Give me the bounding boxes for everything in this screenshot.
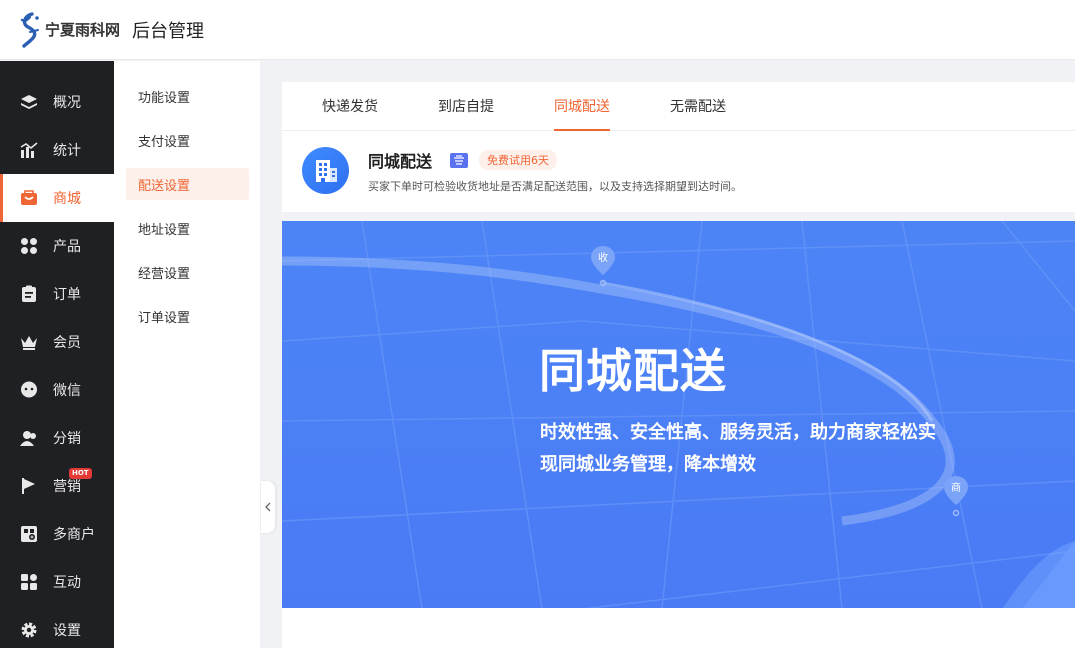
tab-no-delivery[interactable]: 无需配送 [670,82,726,130]
chat-icon [19,380,39,400]
sidebar-item-label: 设置 [53,623,81,639]
banner-subtitle: 时效性强、安全性高、服务灵活，助力商家轻松实现同城业务管理，降本增效 [540,422,936,475]
submenu-item-payment[interactable]: 支付设置 [126,124,249,156]
main-sidebar: 概况 统计 商城 产品 订单 会员 微信 分销 营销 HOT 多商户 互动 设置 [0,61,114,648]
collapse-submenu-button[interactable] [261,481,275,533]
hot-badge: HOT [69,468,92,479]
sidebar-item-label: 产品 [53,239,81,255]
delivery-card: 快递发货 到店自提 同城配送 无需配送 同城配送 免费试用6天 买家下单时可检验… [282,82,1075,212]
banner-title: 同城配送 [539,344,727,398]
layers-icon [19,92,39,112]
tab-local-delivery[interactable]: 同城配送 [554,82,610,131]
receive-pin-label: 收 [598,251,608,264]
chart-icon [19,140,39,160]
building-icon [302,147,349,194]
sidebar-item-mall[interactable]: 商城 [0,174,114,222]
secondary-menu: 功能设置 支付设置 配送设置 地址设置 经营设置 订单设置 [114,61,260,648]
sidebar-item-marketing[interactable]: 营销 HOT [0,462,114,510]
sidebar-item-label: 会员 [53,335,81,351]
flag-icon [19,476,39,496]
submenu-item-address[interactable]: 地址设置 [126,212,249,244]
sidebar-item-label: 互动 [53,575,81,591]
sidebar-item-multi-merchant[interactable]: 多商户 [0,510,114,558]
sidebar-item-interaction[interactable]: 互动 [0,558,114,606]
main-content: 快递发货 到店自提 同城配送 无需配送 同城配送 免费试用6天 买家下单时可检验… [282,82,1075,609]
app-title: 后台管理 [132,20,205,42]
top-header: 宁夏雨科网 后台管理 [0,0,1075,60]
promo-banner: 收 商 同城配送 时效性强、安全性高、服务灵活，助力商家轻松实现同城业务管理，降… [282,221,1075,609]
sidebar-item-orders[interactable]: 订单 [0,270,114,318]
sidebar-item-label: 多商户 [53,527,95,543]
submenu-item-delivery[interactable]: 配送设置 [126,168,249,200]
order-icon [19,284,39,304]
shop-icon [19,188,39,208]
content-footer-area [282,608,1075,648]
sidebar-item-label: 订单 [53,287,81,303]
submenu-item-business[interactable]: 经营设置 [126,256,249,288]
sidebar-item-label: 营销 [53,479,81,495]
shop-pin-label: 商 [951,481,961,494]
crown-icon [19,332,39,352]
sidebar-item-members[interactable]: 会员 [0,318,114,366]
interact-icon [19,572,39,592]
submenu-item-function[interactable]: 功能设置 [126,80,249,112]
sidebar-item-label: 分销 [53,431,81,447]
tab-self-pickup[interactable]: 到店自提 [438,82,494,130]
sidebar-item-overview[interactable]: 概况 [0,78,114,126]
chevron-left-icon [265,502,271,512]
sidebar-item-distribution[interactable]: 分销 [0,414,114,462]
shop-pin-icon: 商 [943,475,969,521]
sidebar-item-statistics[interactable]: 统计 [0,126,114,174]
map-background [282,221,1075,609]
submenu-item-order[interactable]: 订单设置 [126,300,249,332]
receive-pin-icon: 收 [590,245,616,291]
feature-title: 同城配送 [368,152,433,171]
grid-icon [19,236,39,256]
tab-express[interactable]: 快递发货 [322,82,378,130]
service-badge-icon [450,152,469,168]
store-icon [19,524,39,544]
trial-badge: 免费试用6天 [479,150,558,170]
sidebar-item-label: 微信 [53,383,81,399]
delivery-tabs: 快递发货 到店自提 同城配送 无需配送 [282,82,1075,131]
sidebar-item-label: 商城 [53,191,81,207]
sidebar-item-settings[interactable]: 设置 [0,606,114,648]
gear-icon [19,620,39,640]
users-icon [19,428,39,448]
sidebar-item-wechat[interactable]: 微信 [0,366,114,414]
logo[interactable]: 宁夏雨科网 [18,10,120,50]
logo-mark-icon [20,11,39,48]
feature-info: 同城配送 免费试用6天 买家下单时可检验收货地址是否满足配送范围，以及支持选择期… [282,131,1075,194]
sidebar-item-label: 概况 [53,95,81,111]
feature-description: 买家下单时可检验收货地址是否满足配送范围，以及支持选择期望到达时间。 [368,180,742,193]
logo-text: 宁夏雨科网 [45,21,121,39]
sidebar-item-label: 统计 [53,143,81,159]
sidebar-item-products[interactable]: 产品 [0,222,114,270]
